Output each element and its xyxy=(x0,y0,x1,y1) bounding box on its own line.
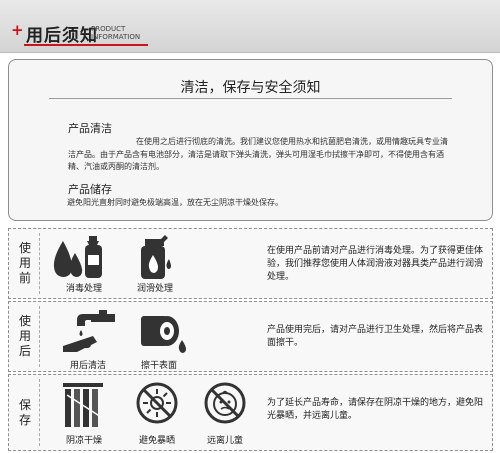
after-use-text: 产品使用完后，请对产品进行卫生处理，然后将产品表面擦干。 xyxy=(267,325,484,348)
title-underline xyxy=(24,44,148,46)
after-use-row: 使用后 用后清洁 擦干表面 产品使用完后，请对产品进行卫生处理，然后将产品表面擦… xyxy=(8,301,493,372)
row-label: 使用前 xyxy=(18,241,31,285)
storage-row: 保存 阴凉干燥 避免暴晒 远离儿童 为了延长产品寿命，请保存在阴凉干燥的地方，避… xyxy=(8,374,493,451)
row-divider xyxy=(39,233,40,294)
storage-text: 为了延长产品寿命，请保存在阴凉干燥的地方，避免阳光暴晒，并远离儿童。 xyxy=(267,398,484,421)
section-header: + 用后须知 PRODUCT INFORMATION xyxy=(0,0,500,53)
clean-text: 在使用之后进行彻底的清洗。我们建议您使用热水和抗菌肥皂清洗，或用情趣玩具专业清洁… xyxy=(68,137,448,171)
before-use-row: 使用前 消毒处理 润滑处理 在使用产品前请对产品进行消毒处理。为了获得更佳体验，… xyxy=(8,228,493,299)
card-title: 清洁，保存与安全须知 xyxy=(180,80,321,96)
store-heading: 产品储存 xyxy=(68,183,112,196)
no-sun-icon xyxy=(136,382,178,424)
subtitle-line-1: PRODUCT xyxy=(91,25,126,33)
faucet-icon xyxy=(63,310,115,352)
plus-icon: + xyxy=(11,21,24,39)
cool-dry-caption: 阴凉干燥 xyxy=(65,436,102,446)
store-text: 避免阳光直射同时避免极端高温，放在无尘阴凉干燥处保存。 xyxy=(67,198,283,207)
care-notice-card: 清洁，保存与安全须知 产品清洁 在使用之后进行彻底的清洗。我们建议您使用热水和抗… xyxy=(8,59,493,221)
card-divider xyxy=(49,98,452,99)
row-divider xyxy=(39,306,40,367)
cool-dry-icon xyxy=(63,383,103,427)
lubricant-caption: 润滑处理 xyxy=(136,284,173,294)
section-title: 用后须知 xyxy=(26,26,98,46)
keep-from-children-caption: 远离儿童 xyxy=(206,436,243,446)
wipe-dry-icon xyxy=(141,316,186,353)
clean-heading: 产品清洁 xyxy=(68,122,112,135)
row-divider xyxy=(39,379,40,446)
section-subtitle: PRODUCT INFORMATION xyxy=(91,25,140,41)
no-sun-caption: 避免暴晒 xyxy=(138,436,175,446)
lubricant-icon xyxy=(141,235,171,279)
disinfect-caption: 消毒处理 xyxy=(65,284,102,294)
wipe-dry-caption: 擦干表面 xyxy=(140,361,177,371)
before-use-text: 在使用产品前请对产品进行消毒处理。为了获得更佳体验，我们推荐您使用人体润滑液对器… xyxy=(267,246,484,282)
disinfect-icon xyxy=(53,236,102,278)
keep-from-children-icon xyxy=(204,382,246,424)
subtitle-line-2: INFORMATION xyxy=(91,33,141,41)
row-label: 使用后 xyxy=(18,314,31,358)
clean-after-use-caption: 用后清洁 xyxy=(69,361,106,371)
row-label: 保存 xyxy=(18,397,31,427)
